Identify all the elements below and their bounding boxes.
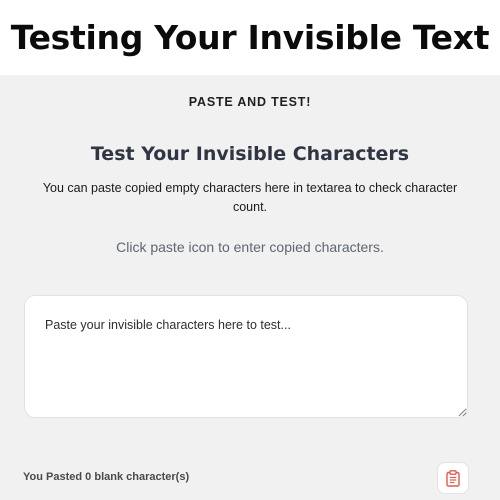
count-suffix: blank character(s) [94,471,190,483]
tester-heading: Test Your Invisible Characters [90,143,410,165]
page-banner: Testing Your Invisible Text [0,0,500,75]
invisible-text-tester: PASTE AND TEST! Test Your Invisible Char… [0,75,500,500]
banner-title: Testing Your Invisible Text [10,18,490,57]
paste-button[interactable] [437,462,469,494]
tester-description: You can paste copied empty characters he… [42,181,458,214]
paste-hint: Click paste icon to enter copied charact… [116,239,384,255]
count-value: 0 [85,471,92,483]
blank-character-count: You Pasted 0 blank character(s) [23,471,189,483]
section-label: PASTE AND TEST! [188,95,312,109]
invisible-characters-textarea[interactable] [24,295,468,418]
resize-grip-icon[interactable] [458,408,466,416]
clipboard-icon [446,469,460,487]
count-prefix: You Pasted [23,471,83,483]
